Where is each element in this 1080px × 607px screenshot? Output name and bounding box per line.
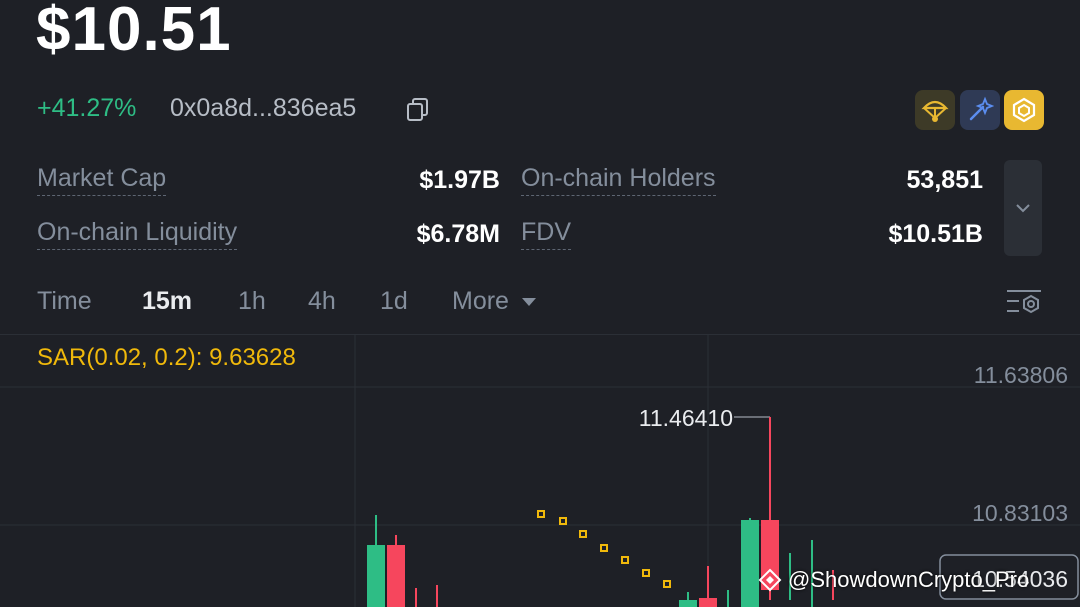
tab-1d[interactable]: 1d bbox=[380, 287, 408, 316]
bnb-chain-icon bbox=[1012, 97, 1036, 123]
high-price-label: 11.46410 bbox=[639, 405, 733, 431]
candle-up bbox=[741, 520, 759, 607]
tab-1h[interactable]: 1h bbox=[238, 287, 266, 316]
price-change: +41.27% bbox=[37, 94, 137, 122]
copy-icon[interactable] bbox=[405, 96, 431, 122]
candle-up bbox=[679, 600, 697, 607]
token-price: $10.51 bbox=[36, 0, 232, 64]
parachute-icon bbox=[921, 100, 949, 122]
liquidity-value: $6.78M bbox=[416, 220, 500, 248]
tab-15m[interactable]: 15m bbox=[142, 287, 192, 316]
sar-dot bbox=[600, 544, 608, 552]
sar-dots bbox=[537, 510, 671, 588]
sar-dot bbox=[621, 556, 629, 564]
price-axis-label: 10.83103 bbox=[972, 500, 1068, 526]
more-label: More bbox=[452, 287, 509, 315]
fdv-value: $10.51B bbox=[888, 220, 983, 248]
sar-dot bbox=[642, 569, 650, 577]
timeframe-label: Time bbox=[37, 287, 92, 315]
sar-dot bbox=[579, 530, 587, 538]
tab-4h[interactable]: 4h bbox=[308, 287, 336, 316]
tab-more[interactable]: More bbox=[452, 287, 538, 316]
caret-down-icon bbox=[521, 298, 536, 307]
price-axis-label: 11.63806 bbox=[974, 362, 1068, 388]
sparkle-badge[interactable] bbox=[960, 90, 1000, 130]
candle-down bbox=[699, 598, 717, 607]
parachute-badge[interactable] bbox=[915, 90, 955, 130]
market-cap-label[interactable]: Market Cap bbox=[37, 164, 167, 196]
fdv-label[interactable]: FDV bbox=[521, 218, 571, 250]
watermark: @ShowdownCrypto_Pro bbox=[758, 567, 1029, 593]
sar-dot bbox=[663, 580, 671, 588]
candle-down bbox=[387, 545, 405, 607]
bnb-badge[interactable] bbox=[1004, 90, 1044, 130]
chevron-down-icon bbox=[1016, 204, 1030, 213]
sar-indicator-label[interactable]: SAR(0.02, 0.2): 9.63628 bbox=[37, 344, 296, 372]
market-cap-value: $1.97B bbox=[419, 166, 500, 194]
watermark-text: @ShowdownCrypto_Pro bbox=[788, 567, 1030, 592]
expand-stats-button[interactable] bbox=[1004, 160, 1042, 256]
chart-settings-icon[interactable] bbox=[1005, 286, 1043, 318]
holders-label[interactable]: On-chain Holders bbox=[521, 164, 716, 196]
candle-up bbox=[367, 545, 385, 607]
contract-address[interactable]: 0x0a8d...836ea5 bbox=[170, 94, 356, 123]
liquidity-label[interactable]: On-chain Liquidity bbox=[37, 218, 238, 250]
binance-logo-icon bbox=[758, 568, 782, 592]
sar-dot bbox=[559, 517, 567, 525]
sparkle-icon bbox=[969, 96, 994, 121]
holders-value: 53,851 bbox=[906, 166, 983, 194]
sar-dot bbox=[537, 510, 545, 518]
